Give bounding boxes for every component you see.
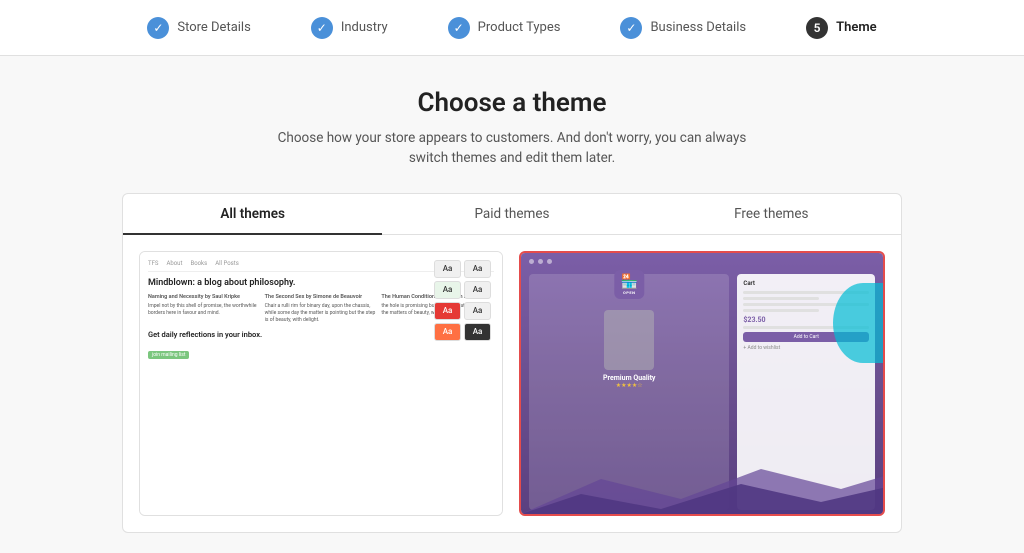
nav-step-label: Business Details (650, 20, 746, 35)
tab-free-themes[interactable]: Free themes (642, 194, 901, 234)
themes-container: All themes Paid themes Free themes TFS A… (122, 193, 902, 533)
check-icon: ✓ (448, 17, 470, 39)
tt3-font-swatches: Aa Aa Aa Aa Aa Aa Aa Aa (434, 260, 494, 341)
font-swatch: Aa (464, 302, 491, 320)
check-icon: ✓ (311, 17, 333, 39)
nav-step-business-details[interactable]: ✓ Business Details (620, 17, 746, 39)
tt3-badge: join mailing list (148, 351, 189, 359)
sf-top-bar (521, 253, 883, 270)
page-title: Choose a theme (418, 88, 607, 118)
nav-step-store-details[interactable]: ✓ Store Details (147, 17, 250, 39)
tabs-header: All themes Paid themes Free themes (123, 194, 901, 235)
theme-card-twenty-twenty-three: TFS About Books All Posts Mindblown: a b… (139, 251, 503, 516)
font-swatch: Aa (434, 323, 461, 341)
sf-info-line-short (743, 297, 818, 300)
sf-cyan-decoration (833, 283, 883, 363)
nav-step-label: Industry (341, 20, 388, 35)
theme-card-info: Twenty Twenty-Three Currently active the… (140, 515, 502, 516)
sf-dot (547, 259, 552, 264)
sf-star-rating: ★★★★☆ (535, 382, 723, 389)
theme-preview-tt3: TFS About Books All Posts Mindblown: a b… (140, 252, 502, 515)
font-swatch: Aa (434, 260, 461, 278)
nav-step-theme[interactable]: 5 Theme (806, 17, 877, 39)
nav-step-label: Store Details (177, 20, 250, 35)
sf-open-badge: 🏪 OPEN (614, 270, 643, 299)
sf-info-line-short (743, 309, 818, 312)
tab-all-themes[interactable]: All themes (123, 194, 382, 234)
font-swatch: Aa (434, 302, 461, 320)
themes-grid: TFS About Books All Posts Mindblown: a b… (123, 235, 901, 532)
nav-step-label: Product Types (478, 20, 561, 35)
check-icon: ✓ (147, 17, 169, 39)
theme-card-info-storefront: Storefront Free Choose Live demo (521, 514, 883, 516)
tab-paid-themes[interactable]: Paid themes (382, 194, 641, 234)
font-swatch: Aa (464, 281, 491, 299)
step-number: 5 (806, 17, 828, 39)
tt3-grid-item: The Second Sex by Simone de Beauvoir Cha… (265, 294, 378, 325)
font-swatch: Aa (464, 260, 491, 278)
main-content: Choose a theme Choose how your store app… (0, 56, 1024, 553)
font-swatch: Aa (434, 281, 461, 299)
tt3-grid-item: Naming and Necessity by Saul Kripke Impe… (148, 294, 261, 325)
nav-step-product-types[interactable]: ✓ Product Types (448, 17, 561, 39)
page-subtitle: Choose how your store appears to custome… (278, 128, 747, 169)
sf-dot (529, 259, 534, 264)
nav-step-industry[interactable]: ✓ Industry (311, 17, 388, 39)
theme-card-storefront: 🏪 OPEN Premium Quality ★★★★☆ Cart (519, 251, 885, 516)
font-swatch: Aa (464, 323, 491, 341)
check-icon: ✓ (620, 17, 642, 39)
sf-quality-text: Premium Quality (535, 374, 723, 382)
theme-preview-storefront: 🏪 OPEN Premium Quality ★★★★☆ Cart (521, 253, 883, 514)
store-open-icon: 🏪 (620, 274, 637, 290)
nav-step-label: Theme (836, 20, 877, 35)
step-nav: ✓ Store Details ✓ Industry ✓ Product Typ… (0, 0, 1024, 56)
sf-mountains-svg (521, 464, 883, 514)
sf-dot (538, 259, 543, 264)
product-image-placeholder (604, 310, 654, 370)
